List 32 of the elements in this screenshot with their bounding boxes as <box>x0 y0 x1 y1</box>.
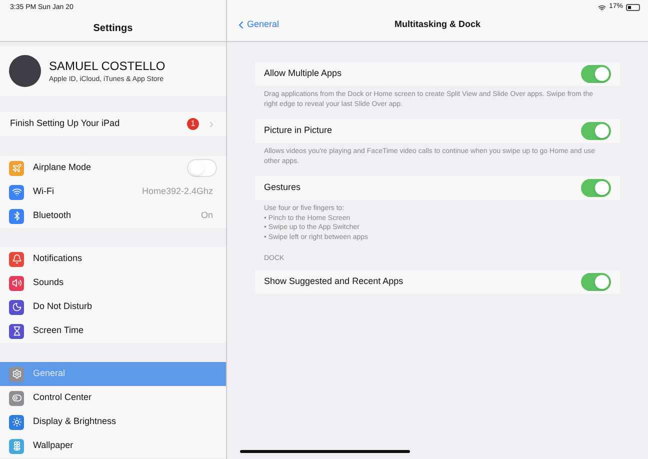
toggle-switch[interactable] <box>581 179 611 197</box>
sidebar-item[interactable]: Wi-Fi Home392-2.4Ghz <box>0 180 226 204</box>
sidebar-item[interactable]: Sounds <box>0 271 226 295</box>
toggle-switch[interactable] <box>581 122 611 140</box>
sidebar-item[interactable]: Bluetooth On <box>0 204 226 228</box>
sidebar-item[interactable]: Wallpaper <box>0 434 226 458</box>
page-title: Multitasking & Dock <box>393 18 482 31</box>
row-label: Allow Multiple Apps <box>264 67 342 80</box>
row-label: Picture in Picture <box>264 124 332 138</box>
sidebar-title: Settings <box>93 22 133 36</box>
sidebar-item[interactable]: Control Center <box>0 386 226 410</box>
sidebar-item[interactable]: Screen Time <box>0 319 226 343</box>
wifi-icon <box>598 4 606 12</box>
row-label: Gestures <box>264 181 301 194</box>
battery-icon <box>626 4 640 11</box>
toggle-switch[interactable] <box>581 65 611 83</box>
avatar <box>9 55 41 87</box>
setup-label: Finish Setting Up Your iPad <box>10 117 121 130</box>
toggle-switch[interactable] <box>187 159 217 177</box>
toggle-switch[interactable] <box>581 272 611 290</box>
sidebar-item[interactable]: Notifications <box>0 247 226 271</box>
sidebar-item[interactable]: Do Not Disturb <box>0 295 226 319</box>
chevron-icon <box>207 120 216 128</box>
item-value: On <box>200 209 213 222</box>
notification-badge: 1 <box>187 118 199 130</box>
sidebar-item[interactable]: Airplane Mode <box>0 156 226 180</box>
profile-name: SAMUEL COSTELLO <box>49 58 166 75</box>
setup-row[interactable]: Finish Setting Up Your iPad 1 <box>0 112 226 136</box>
item-value: Home392-2.4Ghz <box>142 185 213 198</box>
back-button[interactable]: General <box>235 18 355 32</box>
sidebar-item[interactable]: Display & Brightness <box>0 410 226 434</box>
row-label: Show Suggested and Recent Apps <box>264 274 404 288</box>
